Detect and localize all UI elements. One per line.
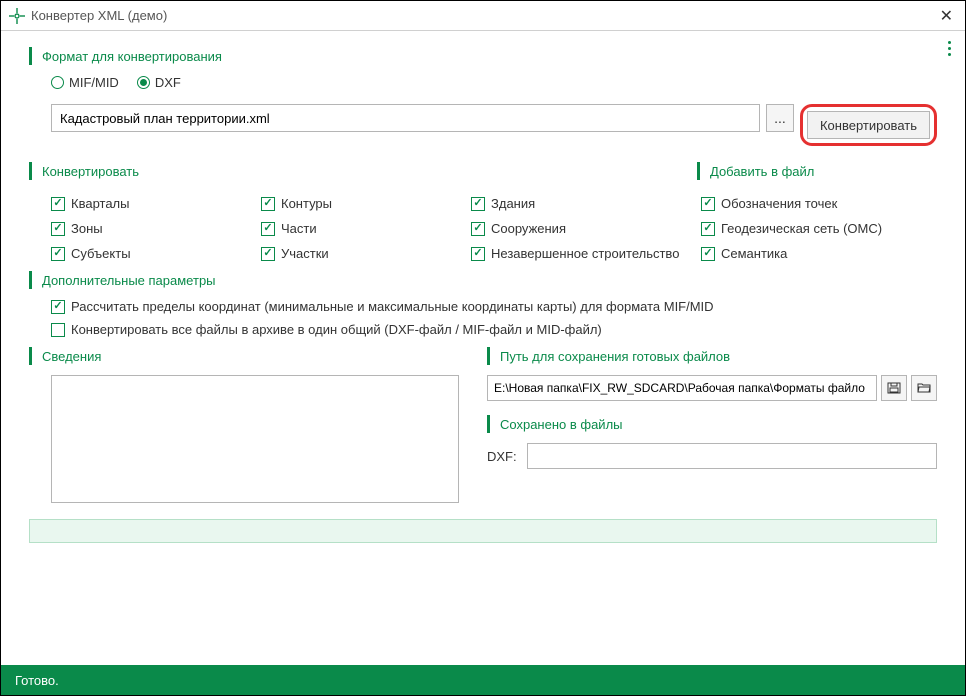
save-icon [887, 382, 901, 394]
status-bar: Готово. [1, 665, 965, 695]
dxf-output-field[interactable] [527, 443, 937, 469]
section-format: Формат для конвертирования [29, 47, 937, 65]
section-convert: Конвертировать [29, 162, 697, 180]
save-path-input[interactable] [487, 375, 877, 401]
checkbox-parcels[interactable]: Участки [261, 246, 471, 261]
checkbox-constructions[interactable]: Сооружения [471, 221, 701, 236]
radio-mifmid-label: MIF/MID [69, 75, 119, 90]
section-saved-label: Сохранено в файлы [500, 417, 623, 432]
section-extra: Дополнительные параметры [29, 271, 937, 289]
progress-bar [29, 519, 937, 543]
section-savepath-label: Путь для сохранения готовых файлов [500, 349, 730, 364]
convert-button-highlight: Конвертировать [800, 104, 937, 146]
section-extra-label: Дополнительные параметры [42, 273, 216, 288]
open-folder-button[interactable] [911, 375, 937, 401]
section-append: Добавить в файл [697, 162, 937, 180]
checkbox-geodetic[interactable]: Геодезическая сеть (ОМС) [701, 221, 921, 236]
section-info: Сведения [29, 347, 459, 365]
save-path-button[interactable] [881, 375, 907, 401]
checkbox-buildings[interactable]: Здания [471, 196, 701, 211]
checkbox-zones[interactable]: Зоны [51, 221, 261, 236]
titlebar: Конвертер XML (демо) ✕ [1, 1, 965, 31]
checkbox-unfinished[interactable]: Незавершенное строительство [471, 246, 701, 261]
checkbox-subjects[interactable]: Субъекты [51, 246, 261, 261]
section-savepath: Путь для сохранения готовых файлов [487, 347, 937, 365]
section-convert-label: Конвертировать [42, 164, 139, 179]
close-icon[interactable]: ✕ [936, 6, 957, 26]
section-saved: Сохранено в файлы [487, 415, 937, 433]
checkbox-calc-bounds[interactable]: Рассчитать пределы координат (минимальны… [51, 299, 937, 314]
source-file-input[interactable] [51, 104, 760, 132]
browse-button[interactable]: ... [766, 104, 794, 132]
radio-mifmid[interactable]: MIF/MID [51, 75, 119, 90]
checkbox-pointlabels[interactable]: Обозначения точек [701, 196, 921, 211]
app-icon [9, 8, 25, 24]
section-append-label: Добавить в файл [710, 164, 814, 179]
checkbox-merge-archive[interactable]: Конвертировать все файлы в архиве в один… [51, 322, 937, 337]
folder-open-icon [917, 382, 931, 394]
convert-button[interactable]: Конвертировать [807, 111, 930, 139]
window-title: Конвертер XML (демо) [31, 8, 936, 23]
kebab-menu-icon[interactable] [944, 37, 955, 60]
checkbox-semantics[interactable]: Семантика [701, 246, 921, 261]
dxf-label: DXF: [487, 449, 519, 464]
checkbox-parts[interactable]: Части [261, 221, 471, 236]
info-textarea[interactable] [51, 375, 459, 503]
status-text: Готово. [15, 673, 59, 688]
radio-dxf-label: DXF [155, 75, 181, 90]
checkbox-contours[interactable]: Контуры [261, 196, 471, 211]
section-format-label: Формат для конвертирования [42, 49, 222, 64]
checkbox-quarters[interactable]: Кварталы [51, 196, 261, 211]
radio-dxf[interactable]: DXF [137, 75, 181, 90]
section-info-label: Сведения [42, 349, 101, 364]
